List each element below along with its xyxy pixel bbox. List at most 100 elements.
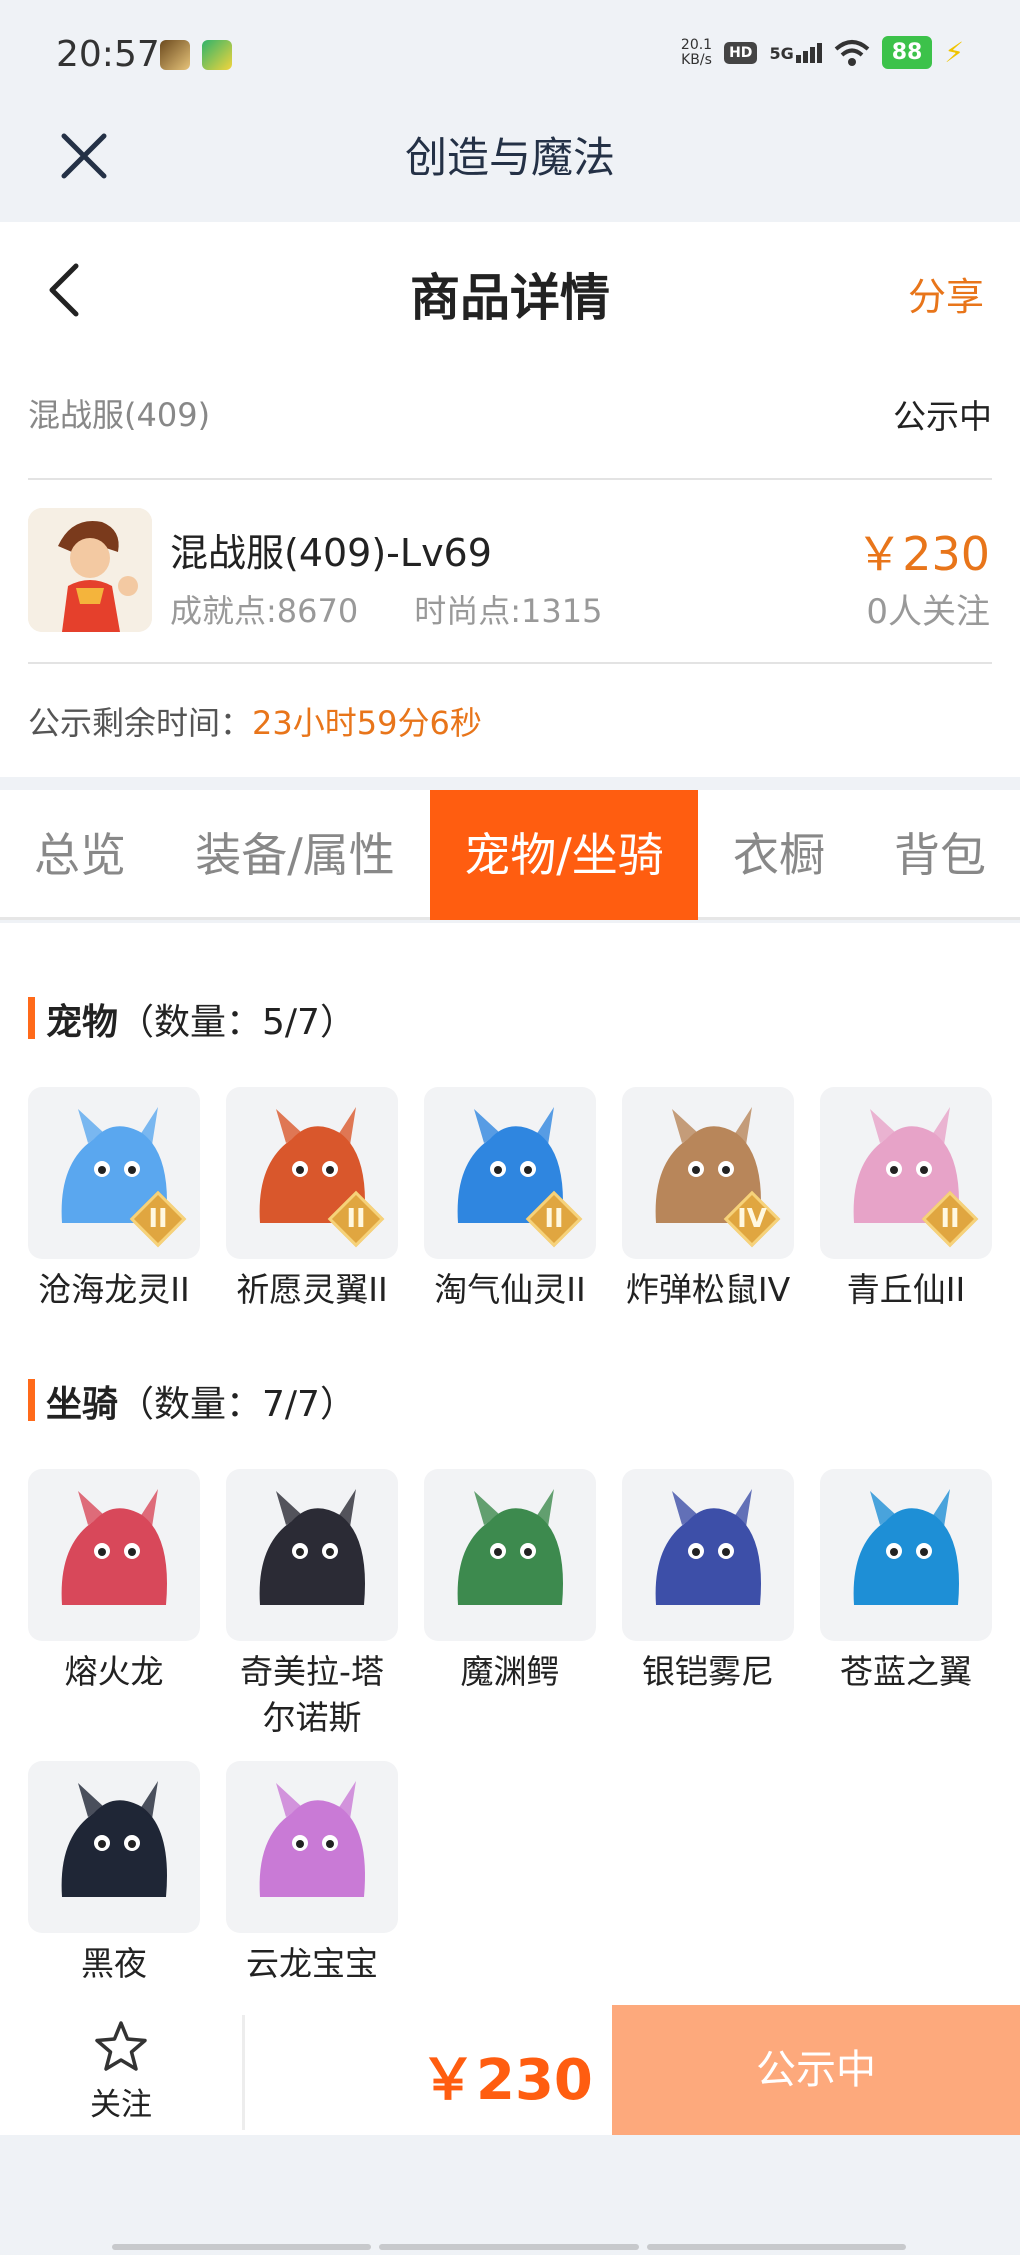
page-title: 商品详情	[410, 269, 610, 327]
network-type: 5G	[769, 43, 794, 63]
countdown: 公示剩余时间：23小时59分6秒	[28, 698, 482, 744]
mounts-count: （数量：7/7）	[118, 1384, 356, 1425]
grade-text: IV	[737, 1204, 767, 1234]
grade-badge: II	[327, 1190, 385, 1248]
network-speed: 20.1 KB/s	[680, 36, 713, 68]
divider	[28, 662, 992, 664]
grade-text: II	[346, 1204, 366, 1234]
follow-label: 关注	[90, 2087, 152, 2123]
item-card[interactable]: 奇美拉-塔尔诺斯	[226, 1469, 398, 1741]
item-name: 炸弹松鼠IV	[625, 1270, 791, 1309]
item-card[interactable]: II 青丘仙II	[820, 1087, 992, 1313]
divider	[28, 478, 992, 480]
item-name: 淘气仙灵II	[434, 1270, 586, 1309]
status-bar: 20:57 20.1 KB/s HD 5G 88 ⚡	[0, 0, 1020, 112]
pets-title: 宠物	[46, 1002, 119, 1043]
home-indicator[interactable]	[112, 2244, 906, 2250]
app-header: 创造与魔法	[0, 112, 1020, 220]
tab-equipment[interactable]: 装备/属性	[170, 790, 420, 920]
network-speed-value: 20.1	[680, 36, 713, 53]
countdown-label: 公示剩余时间：	[28, 704, 253, 742]
item-card[interactable]: IV 炸弹松鼠IV	[622, 1087, 794, 1313]
achievement-points: 成就点:8670	[170, 592, 359, 630]
character-avatar	[28, 508, 152, 632]
app-title: 创造与魔法	[404, 133, 615, 182]
character-name: 混战服(409)-Lv69	[170, 531, 492, 575]
grade-badge: IV	[723, 1190, 781, 1248]
countdown-value: 23小时59分6秒	[252, 704, 482, 742]
item-card[interactable]: II 祈愿灵翼II	[226, 1087, 398, 1313]
item-card[interactable]: 熔火龙	[28, 1469, 200, 1695]
pets-mounts-panel: 宠物（数量：5/7） II 沧海龙灵II II 祈愿灵翼II II 淘气仙灵II IV 炸弹松…	[0, 923, 1020, 2005]
item-name: 祈愿灵翼II	[236, 1270, 388, 1309]
signal-icon: 5G	[769, 42, 822, 63]
wifi-icon	[834, 39, 870, 66]
share-button[interactable]: 分享	[908, 266, 984, 321]
status-time: 20:57	[56, 34, 160, 75]
item-thumbnail	[622, 1469, 794, 1641]
item-card[interactable]: 银铠雾尼	[622, 1469, 794, 1695]
item-name: 魔渊鳄	[460, 1652, 560, 1691]
item-card[interactable]: II 沧海龙灵II	[28, 1087, 200, 1313]
item-card[interactable]: 云龙宝宝	[226, 1761, 398, 1987]
item-name: 苍蓝之翼	[840, 1652, 972, 1691]
item-thumbnail	[820, 1469, 992, 1641]
item-name: 银铠雾尼	[642, 1652, 774, 1691]
pets-count: （数量：5/7）	[118, 1002, 356, 1043]
star-icon	[95, 2021, 147, 2071]
bottom-price: ￥230	[420, 2048, 593, 2113]
game-notification-icon	[160, 40, 190, 70]
fashion-points: 时尚点:1315	[414, 592, 603, 630]
tab-bar: 总览 装备/属性 宠物/坐骑 衣橱 背包	[0, 790, 1020, 920]
item-thumbnail	[424, 1469, 596, 1641]
item-thumbnail: II	[424, 1087, 596, 1259]
tab-pets-mounts[interactable]: 宠物/坐骑	[430, 790, 698, 920]
item-name: 奇美拉-塔尔诺斯	[240, 1652, 384, 1737]
item-thumbnail	[226, 1469, 398, 1641]
tab-wardrobe[interactable]: 衣橱	[708, 790, 850, 920]
item-card[interactable]: 苍蓝之翼	[820, 1469, 992, 1695]
item-thumbnail: II	[28, 1087, 200, 1259]
item-thumbnail: II	[820, 1087, 992, 1259]
listing-price: ￥230	[856, 527, 990, 581]
follow-button[interactable]: 关注	[0, 2005, 242, 2135]
tab-overview[interactable]: 总览	[0, 790, 160, 920]
item-name: 云龙宝宝	[246, 1944, 378, 1983]
grade-badge: II	[129, 1190, 187, 1248]
item-name: 熔火龙	[64, 1652, 164, 1691]
character-stats: 成就点:8670 时尚点:1315	[170, 586, 602, 632]
status-indicators: 20.1 KB/s HD 5G 88 ⚡	[681, 36, 964, 69]
charging-icon: ⚡	[944, 36, 964, 69]
bottom-action-bar: 关注 ￥230 公示中	[0, 2005, 1020, 2135]
app-notification-icon	[202, 40, 232, 70]
grade-text: II	[148, 1204, 168, 1234]
status-button[interactable]: 公示中	[612, 2005, 1020, 2135]
item-thumbnail: II	[226, 1087, 398, 1259]
item-thumbnail	[28, 1761, 200, 1933]
divider	[242, 2015, 245, 2130]
item-thumbnail	[28, 1469, 200, 1641]
tab-backpack[interactable]: 背包	[860, 790, 1020, 920]
mounts-title: 坐骑	[46, 1384, 119, 1425]
pets-section-title: 宠物（数量：5/7）	[28, 993, 356, 1045]
grade-badge: II	[525, 1190, 583, 1248]
listing-card: 商品详情 分享 混战服(409) 公示中 混战服(409)-Lv69 成就点:8…	[0, 222, 1020, 777]
mounts-section-title: 坐骑（数量：7/7）	[28, 1375, 356, 1427]
item-card[interactable]: 黑夜	[28, 1761, 200, 1987]
item-thumbnail: IV	[622, 1087, 794, 1259]
battery-icon: 88	[881, 36, 933, 69]
server-name: 混战服(409)	[28, 396, 211, 434]
item-name: 沧海龙灵II	[38, 1270, 190, 1309]
item-card[interactable]: 魔渊鳄	[424, 1469, 596, 1695]
item-card[interactable]: II 淘气仙灵II	[424, 1087, 596, 1313]
item-name: 青丘仙II	[846, 1270, 966, 1309]
grade-text: II	[940, 1204, 960, 1234]
item-name: 黑夜	[81, 1944, 147, 1983]
grade-text: II	[544, 1204, 564, 1234]
hd-icon: HD	[724, 41, 758, 64]
item-thumbnail	[226, 1761, 398, 1933]
listing-status: 公示中	[893, 397, 992, 436]
follower-count: 0人关注	[866, 592, 990, 632]
grade-badge: II	[921, 1190, 979, 1248]
network-speed-unit: KB/s	[681, 51, 712, 68]
